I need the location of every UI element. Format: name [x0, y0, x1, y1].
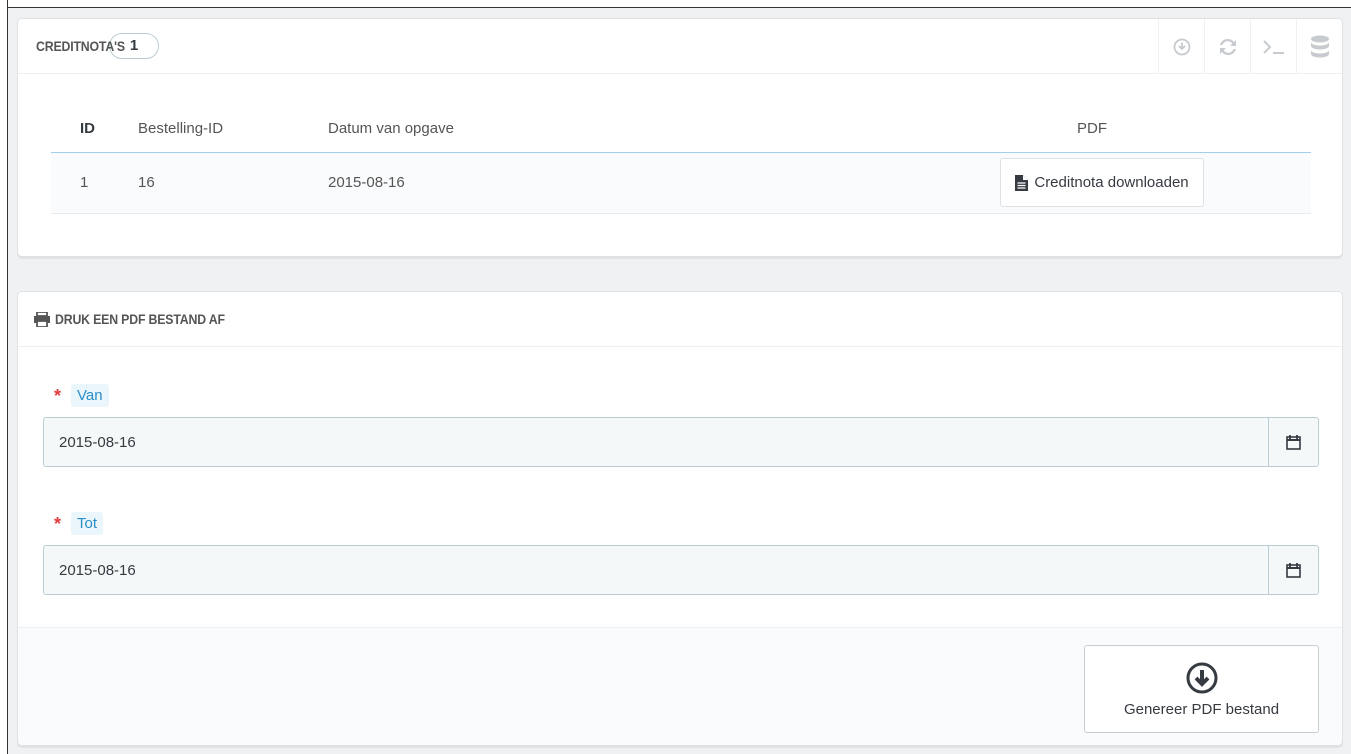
to-date-input[interactable] — [44, 546, 1268, 594]
cell-date: 2015-08-16 — [328, 152, 873, 214]
download-circle-icon[interactable] — [1158, 19, 1204, 74]
file-text-icon — [1015, 174, 1029, 191]
window-frame-top — [0, 0, 1351, 8]
generate-pdf-button[interactable]: Genereer PDF bestand — [1084, 645, 1319, 733]
from-date-label: Van — [71, 384, 109, 407]
generate-pdf-label: Genereer PDF bestand — [1123, 700, 1280, 718]
download-circle-icon — [1186, 662, 1217, 693]
from-date-label-group: * Van — [54, 384, 109, 407]
column-header-date: Datum van opgave — [328, 105, 873, 153]
refresh-icon[interactable] — [1204, 19, 1250, 74]
required-mark: * — [54, 514, 62, 534]
credit-notes-panel: Creditnota's 1 ID Bestelling-ID Datum va… — [17, 18, 1343, 257]
table-row: 1 16 2015-08-16 Creditnota downloaden — [51, 152, 1311, 214]
terminal-icon[interactable] — [1250, 19, 1296, 74]
credit-notes-title: Creditnota's — [36, 38, 125, 54]
print-pdf-panel: Druk een PDF bestand af * Van * Tot Gene… — [17, 291, 1343, 746]
print-pdf-title: Druk een PDF bestand af — [55, 311, 225, 327]
cell-pdf: Creditnota downloaden — [873, 152, 1311, 214]
calendar-icon[interactable] — [1268, 546, 1318, 594]
to-date-input-group — [43, 545, 1319, 595]
cell-id: 1 — [51, 152, 138, 214]
credit-notes-heading: Creditnota's 1 — [18, 19, 1342, 74]
required-mark: * — [54, 386, 62, 406]
column-header-pdf: PDF — [873, 105, 1311, 153]
cell-order-id: 16 — [138, 152, 328, 214]
from-date-input[interactable] — [44, 418, 1268, 466]
from-date-input-group — [43, 417, 1319, 467]
to-date-label: Tot — [71, 512, 104, 535]
to-date-label-group: * Tot — [54, 512, 104, 535]
database-icon[interactable] — [1296, 19, 1342, 74]
print-icon — [34, 311, 50, 327]
table-header-row: ID Bestelling-ID Datum van opgave PDF — [51, 105, 1311, 153]
credit-notes-table: ID Bestelling-ID Datum van opgave PDF 1 … — [51, 105, 1311, 214]
column-header-id: ID — [51, 105, 138, 153]
print-pdf-footer: Genereer PDF bestand — [18, 627, 1342, 745]
window-frame-left — [0, 0, 8, 754]
panel-toolbar — [1158, 19, 1342, 74]
download-credit-note-button[interactable]: Creditnota downloaden — [1000, 158, 1204, 207]
print-pdf-heading: Druk een PDF bestand af — [18, 292, 1342, 347]
column-header-order-id: Bestelling-ID — [138, 105, 328, 153]
download-credit-note-label: Creditnota downloaden — [1034, 174, 1189, 191]
calendar-icon[interactable] — [1268, 418, 1318, 466]
